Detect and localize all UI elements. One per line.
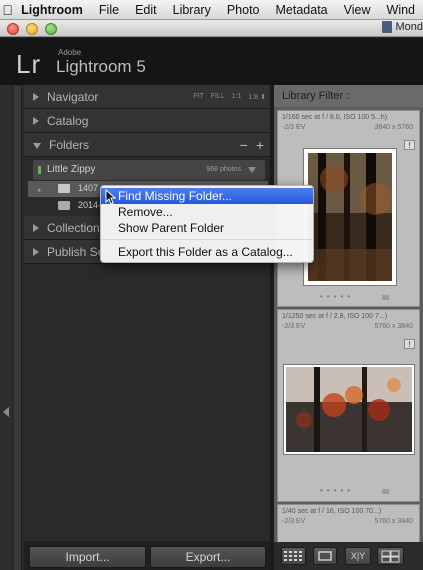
cell-exposure: 1/160 sec at f / 8.0, ISO 100 5...h)	[282, 114, 388, 121]
add-folder-icon[interactable]: +	[256, 137, 264, 153]
cell-dimensions: 5760 x 3840	[374, 323, 413, 330]
document-icon	[382, 21, 393, 33]
identity-plate: Lr Adobe Lightroom 5	[0, 38, 423, 85]
zoom-1-8[interactable]: 1:8 ⬍	[248, 93, 266, 101]
grid-cell[interactable]: 1/1250 sec at f / 2.8, ISO 100 7...) -2/…	[277, 309, 420, 502]
window-titlebar: Mond	[0, 20, 423, 37]
close-window-icon[interactable]	[7, 23, 19, 35]
forest-photo	[308, 153, 392, 281]
lr-logo: Lr	[16, 49, 42, 79]
rating-dots[interactable]: •••••	[320, 292, 354, 301]
left-panel-edge[interactable]	[0, 85, 12, 570]
cell-ev: -2/3 EV	[282, 323, 306, 330]
expand-triangle-icon	[33, 92, 39, 101]
zoom-1-1[interactable]: 1:1	[232, 93, 242, 101]
screen:  Lightroom File Edit Library Photo Meta…	[0, 0, 423, 570]
menu-metadata[interactable]: Metadata	[268, 3, 336, 17]
catalog-header[interactable]: Catalog	[24, 109, 270, 133]
folder-expand-icon[interactable]: ▸	[38, 186, 42, 194]
publish-services-label: Publish Se	[47, 244, 105, 259]
menu-photo[interactable]: Photo	[219, 3, 268, 17]
menu-library[interactable]: Library	[165, 3, 219, 17]
compare-view-button[interactable]: X|Y	[345, 547, 371, 565]
collections-label: Collection	[47, 220, 100, 235]
folder-icon	[58, 201, 70, 210]
folder-missing-icon	[58, 184, 70, 193]
rating-dots[interactable]: •••••	[320, 486, 354, 495]
cell-ev: -2/3 EV	[282, 124, 306, 131]
left-panel-scrollbar[interactable]	[14, 86, 22, 570]
navigator-label: Navigator	[47, 89, 99, 104]
flag-icon[interactable]: !	[404, 140, 415, 150]
menu-show-parent-folder[interactable]: Show Parent Folder	[101, 220, 313, 236]
survey-view-button[interactable]	[377, 547, 404, 565]
volume-bar[interactable]: Little Zippy 968 photos	[32, 159, 266, 181]
menu-file[interactable]: File	[91, 3, 127, 17]
volume-photo-count: 968 photos	[206, 166, 241, 173]
left-panel-empty	[24, 265, 270, 540]
zoom-fill[interactable]: FILL	[211, 93, 225, 101]
volume-status-icon	[38, 166, 41, 174]
grid-view-icon	[284, 551, 302, 561]
folder-ops: − +	[240, 137, 264, 153]
mac-menubar:  Lightroom File Edit Library Photo Meta…	[0, 0, 423, 20]
metadata-badge-icon	[382, 489, 389, 494]
collapse-triangle-icon	[33, 142, 41, 149]
menu-window[interactable]: Wind	[379, 3, 423, 17]
adobe-label: Adobe	[58, 48, 82, 57]
menu-app[interactable]: Lightroom	[15, 3, 91, 17]
mouse-cursor-icon	[105, 189, 117, 205]
loupe-view-button[interactable]	[313, 547, 337, 565]
minimize-window-icon[interactable]	[26, 23, 38, 35]
catalog-label: Catalog	[47, 113, 89, 128]
folder-name: 1407	[78, 183, 99, 193]
menu-export-folder-as-catalog[interactable]: Export this Folder as a Catalog...	[101, 244, 313, 260]
zoom-window-icon[interactable]	[45, 23, 57, 35]
menu-view[interactable]: View	[336, 3, 379, 17]
menu-find-missing-folder[interactable]: Find Missing Folder...	[101, 188, 313, 204]
remove-folder-icon[interactable]: −	[240, 137, 248, 153]
expand-triangle-icon	[33, 223, 39, 232]
volume-name: Little Zippy	[47, 164, 96, 175]
navigator-zoom-options: FIT FILL 1:1 1:8 ⬍	[193, 93, 266, 101]
cell-dimensions: 3840 x 5760	[374, 124, 413, 131]
metadata-badge-icon	[382, 295, 389, 300]
cell-dimensions: 5760 x 3840	[374, 518, 413, 525]
menu-separator	[102, 239, 312, 240]
folders-label: Folders	[49, 137, 90, 152]
apple-icon[interactable]: 	[0, 2, 15, 18]
window-title-text: Mond	[395, 21, 423, 33]
flag-icon[interactable]: !	[404, 339, 415, 349]
window-title: Mond	[382, 21, 423, 33]
expand-triangle-icon	[33, 116, 39, 125]
thumbnail-image[interactable]	[303, 148, 397, 286]
thumbnail-image[interactable]	[283, 364, 415, 455]
menu-edit[interactable]: Edit	[127, 3, 165, 17]
folder-name: 2014-	[78, 200, 102, 210]
autumn-leaves-photo	[286, 367, 412, 452]
expand-triangle-icon	[33, 247, 39, 256]
collapse-left-panel-icon[interactable]	[3, 407, 9, 417]
survey-view-icon	[381, 550, 400, 563]
library-filter-bar[interactable]: Library Filter :	[274, 85, 423, 107]
folders-header[interactable]: Folders − +	[24, 133, 270, 157]
product-name: Lightroom 5	[56, 57, 146, 76]
zoom-fit[interactable]: FIT	[193, 93, 204, 101]
cell-exposure: 1/1250 sec at f / 2.8, ISO 100 7...)	[282, 313, 388, 320]
menu-remove[interactable]: Remove...	[101, 204, 313, 220]
cell-exposure: 1/40 sec at f / 16, ISO 100 70...)	[282, 508, 382, 515]
import-button[interactable]: Import...	[29, 546, 146, 568]
grid-cell[interactable]: 1/40 sec at f / 16, ISO 100 70...) -2/3 …	[277, 504, 420, 544]
grid-view-button[interactable]	[281, 547, 306, 565]
loupe-view-icon	[318, 551, 332, 561]
folder-context-menu: Find Missing Folder... Remove... Show Pa…	[100, 185, 314, 263]
volume-dropdown-icon[interactable]	[248, 167, 256, 173]
navigator-header[interactable]: Navigator FIT FILL 1:1 1:8 ⬍	[24, 85, 270, 109]
cell-ev: -2/3 EV	[282, 518, 306, 525]
export-button[interactable]: Export...	[150, 546, 266, 568]
